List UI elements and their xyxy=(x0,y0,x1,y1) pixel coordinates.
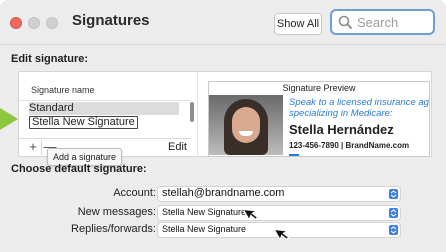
divider xyxy=(197,72,198,156)
signature-list-item-standard[interactable]: Standard xyxy=(29,102,179,115)
search-icon xyxy=(338,15,352,32)
signature-list-item-new[interactable]: Stella New Signature xyxy=(29,116,179,129)
pointer-indicator-icon xyxy=(0,108,18,130)
chevron-updown-icon xyxy=(389,208,398,218)
preview-name: Stella Hernández xyxy=(289,122,394,137)
signature-preview: Signature Preview Speak to a licensed in… xyxy=(208,81,430,157)
zoom-window-button[interactable] xyxy=(46,17,58,29)
list-scrollbar[interactable] xyxy=(190,102,194,122)
preview-contact: 123-456-7890 | BrandName.com xyxy=(289,141,410,150)
signatures-window: Signatures Show All Search Edit signatur… xyxy=(0,0,446,252)
signature-list: Signature name Standard Stella New Signa… xyxy=(19,72,194,138)
edit-button[interactable]: Edit xyxy=(168,141,187,153)
account-value: stellah@brandname.com xyxy=(162,187,285,199)
preview-tagline-line-2: specializing in Medicare: xyxy=(289,108,393,119)
cursor-arrow-icon xyxy=(242,204,266,229)
replies-forwards-label: Replies/forwards: xyxy=(71,223,156,235)
preview-tagline-line-1: Speak to a licensed insurance ag xyxy=(289,97,429,108)
search-placeholder: Search xyxy=(357,15,399,30)
search-input[interactable]: Search xyxy=(330,9,435,35)
replies-forwards-value: Stella New Signature xyxy=(162,224,247,234)
add-signature-button[interactable]: + xyxy=(25,140,41,155)
divider xyxy=(19,100,191,101)
preview-accent-bar xyxy=(289,154,299,156)
account-label: Account: xyxy=(113,187,156,199)
window-title: Signatures xyxy=(72,12,150,29)
account-select[interactable]: stellah@brandname.com xyxy=(158,187,400,201)
preview-tagline: Speak to a licensed insurance ag special… xyxy=(289,97,429,119)
show-all-button[interactable]: Show All xyxy=(274,13,322,35)
minimize-window-button[interactable] xyxy=(28,17,40,29)
cursor-arrow-icon xyxy=(273,224,297,249)
edit-signature-heading: Edit signature: xyxy=(11,53,89,65)
list-column-header: Signature name xyxy=(31,85,95,95)
headshot-image xyxy=(209,95,283,155)
preview-title: Signature Preview xyxy=(282,83,356,93)
new-messages-label: New messages: xyxy=(77,206,156,218)
list-item-label: Standard xyxy=(29,102,74,114)
new-messages-value: Stella New Signature xyxy=(162,207,247,217)
new-messages-select[interactable]: Stella New Signature xyxy=(158,206,400,220)
title-bar: Signatures Show All Search xyxy=(0,0,446,45)
signature-name-field[interactable]: Stella New Signature xyxy=(29,116,138,129)
chevron-updown-icon xyxy=(389,189,398,199)
default-signature-heading: Choose default signature: xyxy=(11,163,147,175)
chevron-updown-icon xyxy=(389,225,398,235)
close-window-button[interactable] xyxy=(10,17,22,29)
